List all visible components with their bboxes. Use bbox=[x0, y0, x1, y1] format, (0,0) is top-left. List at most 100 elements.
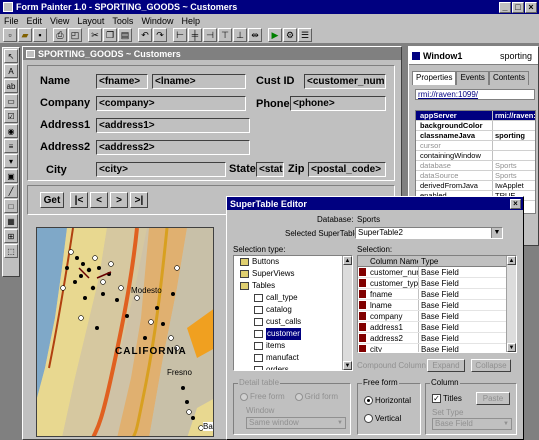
redo-icon[interactable]: ↷ bbox=[153, 28, 167, 42]
menu-help[interactable]: Help bbox=[177, 16, 204, 26]
tree-item[interactable]: cust_calls bbox=[236, 316, 352, 328]
free-form-radio[interactable] bbox=[240, 392, 248, 401]
menu-window[interactable]: Window bbox=[137, 16, 177, 26]
button-tool-icon[interactable]: ▭ bbox=[4, 94, 18, 108]
list-tool-icon[interactable]: ≡ bbox=[4, 139, 18, 153]
property-row[interactable]: appServer rmi://raven: bbox=[416, 111, 535, 121]
align-top-icon[interactable]: ⊤ bbox=[218, 28, 232, 42]
table-row[interactable]: customer_num Base Field bbox=[358, 267, 516, 278]
tree-item[interactable]: Buttons bbox=[236, 256, 352, 268]
set-type-chevron-down-icon[interactable]: ▼ bbox=[501, 419, 511, 429]
combo-tool-icon[interactable]: ▾ bbox=[4, 154, 18, 168]
tree-item[interactable]: SuperViews bbox=[236, 268, 352, 280]
menu-file[interactable]: File bbox=[0, 16, 23, 26]
open-icon[interactable]: ▰ bbox=[18, 28, 32, 42]
window-chevron-down-icon[interactable]: ▼ bbox=[335, 418, 345, 428]
tree-scrollbar[interactable]: ▲ ▼ bbox=[342, 256, 352, 370]
tree-item[interactable]: items bbox=[236, 340, 352, 352]
tree-item[interactable]: manufact bbox=[236, 352, 352, 364]
tree-item[interactable]: call_type bbox=[236, 292, 352, 304]
property-value[interactable]: Sports bbox=[492, 161, 535, 170]
property-value[interactable] bbox=[492, 141, 535, 150]
collapse-button[interactable]: Collapse bbox=[471, 359, 511, 372]
cut-icon[interactable]: ✂ bbox=[88, 28, 102, 42]
new-icon[interactable]: ▫ bbox=[3, 28, 17, 42]
tab-properties[interactable]: Properties bbox=[412, 71, 457, 85]
table-row[interactable]: city Base Field bbox=[358, 344, 516, 352]
url-field[interactable]: rmi://raven:1099/ bbox=[415, 89, 535, 100]
state-field[interactable]: <stat bbox=[256, 162, 284, 177]
phone-field[interactable]: <phone> bbox=[290, 96, 386, 111]
expand-button[interactable]: Expand bbox=[427, 359, 465, 372]
close-button[interactable]: × bbox=[525, 1, 537, 13]
space-icon[interactable]: ⇹ bbox=[248, 28, 262, 42]
copy-icon[interactable]: ❐ bbox=[103, 28, 117, 42]
frame-tool-icon[interactable]: ⬚ bbox=[4, 244, 18, 258]
property-row[interactable]: derivedFromJava IwApplet bbox=[416, 181, 535, 191]
pointer-icon[interactable]: ↖ bbox=[4, 49, 18, 63]
address1-field[interactable]: <address1> bbox=[96, 118, 250, 133]
selection-type-tree[interactable]: Buttons SuperViews Tables call_type catalog c… bbox=[233, 255, 353, 371]
property-value[interactable] bbox=[492, 151, 535, 160]
table-tool-icon[interactable]: ▦ bbox=[4, 214, 18, 228]
menu-layout[interactable]: Layout bbox=[73, 16, 108, 26]
company-field[interactable]: <company> bbox=[96, 96, 246, 111]
minimize-button[interactable]: _ bbox=[499, 1, 511, 13]
checkbox-tool-icon[interactable]: ☑ bbox=[4, 109, 18, 123]
property-row[interactable]: classnameJava sporting bbox=[416, 131, 535, 141]
paste-button[interactable]: Paste bbox=[476, 392, 510, 405]
table-scroll-down-icon[interactable]: ▼ bbox=[507, 343, 516, 352]
next-button[interactable]: > bbox=[110, 192, 128, 208]
properties-icon[interactable]: ☰ bbox=[298, 28, 312, 42]
property-value[interactable]: rmi://raven: bbox=[492, 111, 535, 120]
line-tool-icon[interactable]: ╱ bbox=[4, 184, 18, 198]
property-value[interactable]: IwApplet bbox=[492, 181, 535, 190]
tree-item[interactable]: orders bbox=[236, 364, 352, 370]
lname-field[interactable]: <lname> bbox=[152, 74, 246, 89]
tab-contents[interactable]: Contents bbox=[488, 71, 529, 85]
paste-icon[interactable]: ▤ bbox=[118, 28, 132, 42]
preview-icon[interactable]: ◰ bbox=[68, 28, 82, 42]
titles-checkbox[interactable]: ✓ bbox=[432, 394, 441, 403]
city-field[interactable]: <city> bbox=[96, 162, 226, 177]
table-row[interactable]: address1 Base Field bbox=[358, 322, 516, 333]
rect-tool-icon[interactable]: □ bbox=[4, 199, 18, 213]
last-button[interactable]: >| bbox=[130, 192, 148, 208]
selection-table[interactable]: Column Name Type customer_num Base Field c… bbox=[357, 255, 517, 353]
window-select[interactable]: Same window ▼ bbox=[246, 417, 346, 429]
scroll-up-icon[interactable]: ▲ bbox=[343, 256, 352, 265]
property-value[interactable]: sporting bbox=[492, 131, 535, 140]
print-icon[interactable]: ⎙ bbox=[53, 28, 67, 42]
property-value[interactable] bbox=[492, 121, 535, 130]
undo-icon[interactable]: ↶ bbox=[138, 28, 152, 42]
menu-tools[interactable]: Tools bbox=[108, 16, 137, 26]
property-row[interactable]: dataSource Sports bbox=[416, 171, 535, 181]
menu-view[interactable]: View bbox=[46, 16, 73, 26]
tree-item[interactable]: customer bbox=[236, 328, 352, 340]
tab-events[interactable]: Events bbox=[456, 71, 489, 85]
grid-tool-icon[interactable]: ⊞ bbox=[4, 229, 18, 243]
align-left-icon[interactable]: ⊢ bbox=[173, 28, 187, 42]
supertable-select[interactable]: SuperTable2 ▼ bbox=[355, 227, 503, 239]
tree-item[interactable]: Tables bbox=[236, 280, 352, 292]
table-row[interactable]: address2 Base Field bbox=[358, 333, 516, 344]
run-icon[interactable]: ▶ bbox=[268, 28, 282, 42]
label-tool-icon[interactable]: A bbox=[4, 64, 18, 78]
editor-close-button[interactable]: × bbox=[510, 198, 521, 209]
table-scroll-up-icon[interactable]: ▲ bbox=[507, 256, 516, 265]
vertical-radio[interactable] bbox=[364, 414, 373, 423]
menu-edit[interactable]: Edit bbox=[23, 16, 47, 26]
horizontal-radio[interactable] bbox=[364, 396, 373, 405]
get-button[interactable]: Get bbox=[40, 192, 64, 208]
zip-field[interactable]: <postal_code> bbox=[308, 162, 386, 177]
column-name-header[interactable]: Column Name bbox=[368, 256, 418, 266]
table-scrollbar[interactable]: ▲ ▼ bbox=[506, 256, 516, 352]
align-bottom-icon[interactable]: ⊥ bbox=[233, 28, 247, 42]
radio-tool-icon[interactable]: ◉ bbox=[4, 124, 18, 138]
property-value[interactable]: Sports bbox=[492, 171, 535, 180]
table-row[interactable]: fname Base Field bbox=[358, 289, 516, 300]
property-row[interactable]: database Sports bbox=[416, 161, 535, 171]
custid-field[interactable]: <customer_num bbox=[304, 74, 386, 89]
align-center-icon[interactable]: ╪ bbox=[188, 28, 202, 42]
property-row[interactable]: containingWindow bbox=[416, 151, 535, 161]
